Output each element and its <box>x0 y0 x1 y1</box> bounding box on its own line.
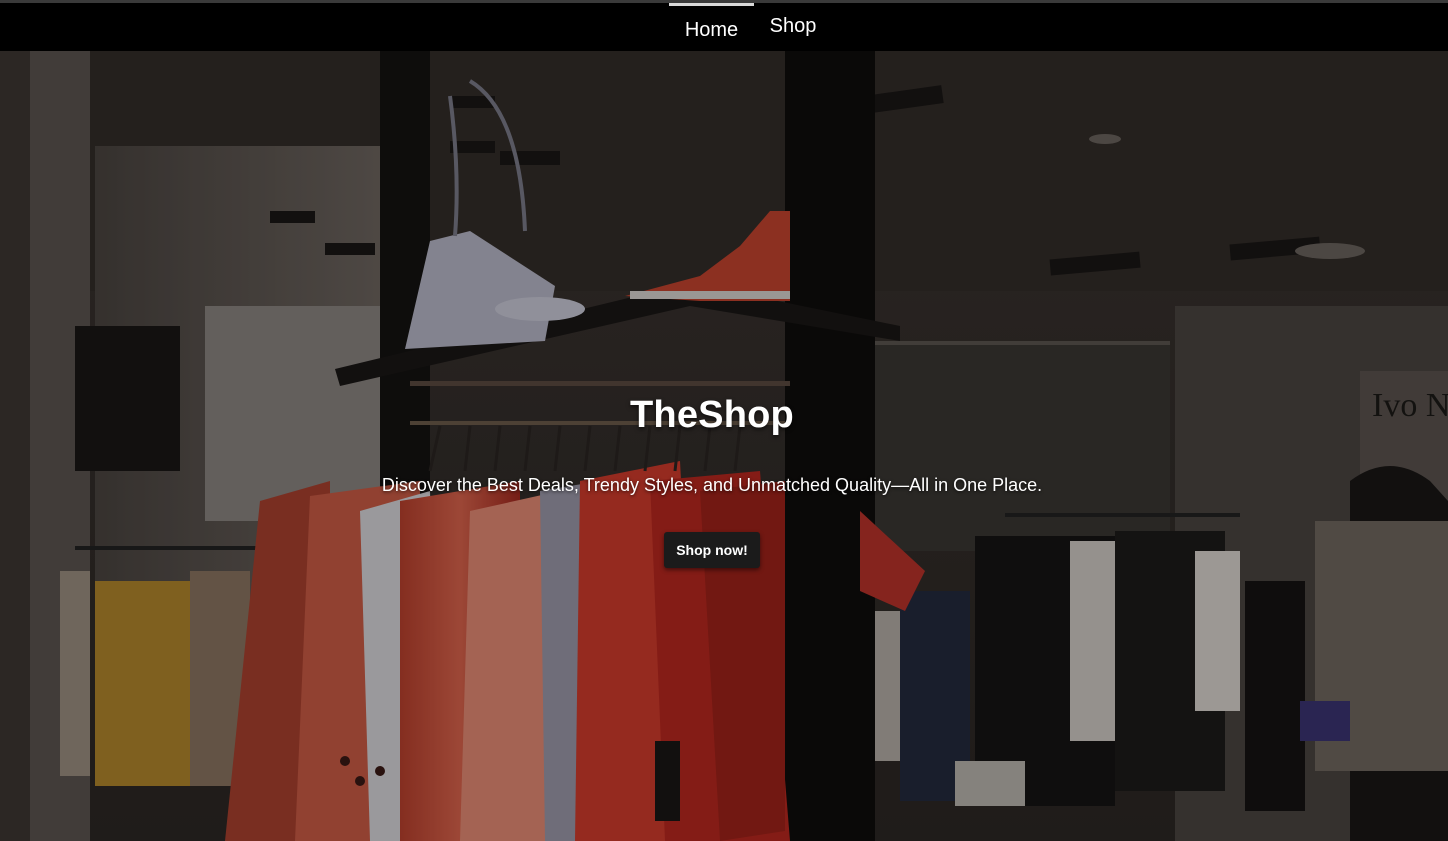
hero-title: TheShop <box>630 394 794 436</box>
hero-dark-overlay <box>0 51 1448 841</box>
hero-subtitle: Discover the Best Deals, Trendy Styles, … <box>381 475 1043 495</box>
nav-tab-home[interactable]: Home <box>669 3 754 51</box>
top-navbar: Home Shop <box>0 3 1448 51</box>
shop-now-button[interactable]: Shop now! <box>664 532 760 568</box>
hero-section: Ivo Ni TheShop Discover the Best Deals, … <box>0 51 1448 841</box>
nav-tab-shop[interactable]: Shop <box>762 3 824 51</box>
